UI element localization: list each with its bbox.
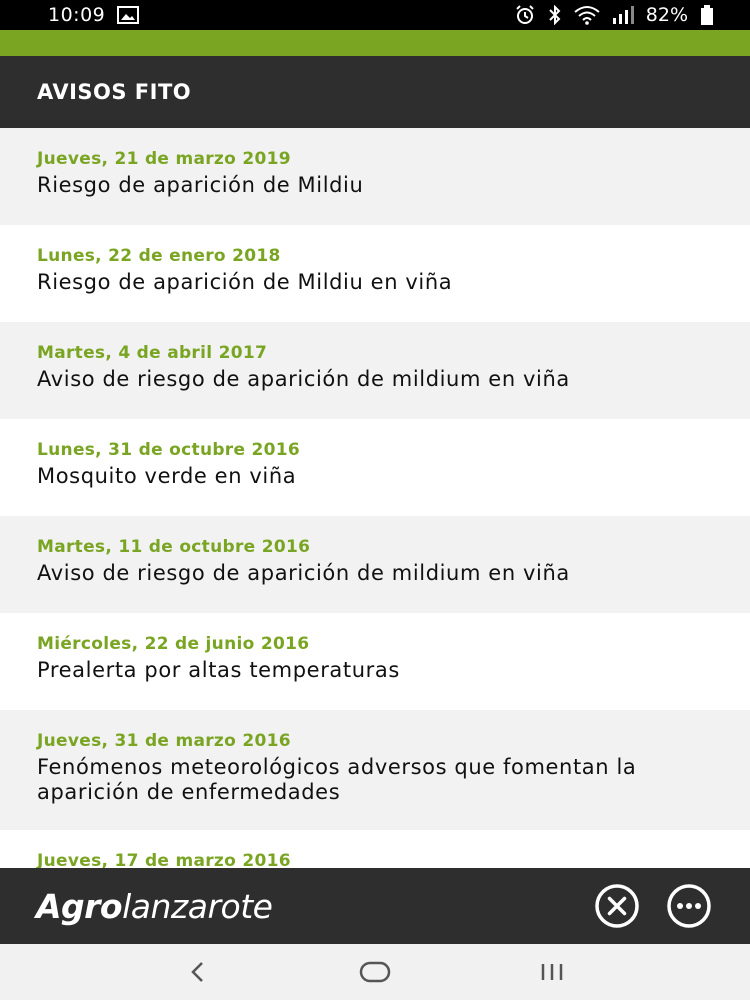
image-icon bbox=[117, 6, 140, 24]
recents-icon bbox=[541, 964, 562, 980]
news-title: Riesgo de aparición de Mildiu bbox=[37, 173, 364, 197]
news-item[interactable]: Lunes, 31 de octubre 2016 Mosquito verde… bbox=[0, 419, 750, 516]
battery-percent: 82% bbox=[645, 4, 688, 26]
more-options-button[interactable] bbox=[666, 883, 712, 929]
close-button[interactable] bbox=[594, 883, 640, 929]
news-title: Riesgo de aparición de Mildiu en viña bbox=[37, 270, 453, 294]
news-date: Martes, 11 de octubre 2016 bbox=[37, 537, 311, 557]
accent-strip bbox=[0, 30, 750, 56]
home-pill-icon bbox=[359, 961, 391, 983]
news-date: Martes, 4 de abril 2017 bbox=[37, 343, 268, 363]
close-circle-icon bbox=[595, 884, 639, 928]
system-nav-bar bbox=[0, 944, 750, 1000]
more-circle-icon bbox=[667, 884, 711, 928]
news-date: Jueves, 17 de marzo 2016 bbox=[37, 851, 291, 868]
status-bar: 10:09 82% bbox=[0, 0, 750, 30]
alarm-icon bbox=[514, 4, 536, 26]
news-item[interactable]: Jueves, 31 de marzo 2016 Fenómenos meteo… bbox=[0, 710, 750, 830]
app-header: AVISOS FITO bbox=[0, 56, 750, 128]
brand-logo-light: lanzarote bbox=[122, 886, 273, 926]
news-title: Aviso de riesgo de aparición de mildium … bbox=[37, 367, 570, 391]
back-chevron-icon bbox=[191, 962, 204, 982]
news-title: Aviso de riesgo de aparición de mildium … bbox=[37, 561, 570, 585]
battery-icon bbox=[700, 5, 714, 25]
nav-back-button[interactable] bbox=[168, 952, 228, 992]
app-root: 10:09 82% AVISOS FITO Jueves, 21 de marz… bbox=[0, 0, 750, 1000]
news-list[interactable]: Jueves, 21 de marzo 2019 Riesgo de apari… bbox=[0, 128, 750, 868]
brand-logo: Agro lanzarote bbox=[36, 886, 273, 926]
news-item[interactable]: Martes, 4 de abril 2017 Aviso de riesgo … bbox=[0, 322, 750, 419]
news-date: Lunes, 31 de octubre 2016 bbox=[37, 440, 301, 460]
news-item[interactable]: Lunes, 22 de enero 2018 Riesgo de aparic… bbox=[0, 225, 750, 322]
bottom-toolbar: Agro lanzarote bbox=[0, 868, 750, 944]
status-left: 10:09 bbox=[48, 4, 140, 26]
toolbar-actions bbox=[594, 883, 712, 929]
news-title: Mosquito verde en viña bbox=[37, 464, 297, 488]
wifi-icon bbox=[574, 5, 600, 25]
page-title: AVISOS FITO bbox=[37, 80, 192, 104]
news-item[interactable]: Miércoles, 22 de junio 2016 Prealerta po… bbox=[0, 613, 750, 710]
bluetooth-icon bbox=[548, 5, 562, 25]
status-right: 82% bbox=[514, 4, 714, 26]
news-date: Jueves, 31 de marzo 2016 bbox=[37, 731, 291, 751]
status-time: 10:09 bbox=[48, 4, 106, 26]
news-title: Prealerta por altas temperaturas bbox=[37, 658, 400, 682]
nav-recents-button[interactable] bbox=[522, 952, 582, 992]
news-item[interactable]: Jueves, 21 de marzo 2019 Riesgo de apari… bbox=[0, 128, 750, 225]
brand-logo-bold: Agro bbox=[36, 886, 123, 926]
news-date: Jueves, 21 de marzo 2019 bbox=[37, 149, 291, 169]
news-title: Fenómenos meteorológicos adversos que fo… bbox=[37, 755, 637, 804]
news-date: Lunes, 22 de enero 2018 bbox=[37, 246, 281, 266]
news-date: Miércoles, 22 de junio 2016 bbox=[37, 634, 310, 654]
news-item[interactable]: Martes, 11 de octubre 2016 Aviso de ries… bbox=[0, 516, 750, 613]
signal-icon bbox=[612, 6, 634, 24]
nav-home-button[interactable] bbox=[345, 952, 405, 992]
news-item[interactable]: Jueves, 17 de marzo 2016 bbox=[0, 830, 750, 868]
